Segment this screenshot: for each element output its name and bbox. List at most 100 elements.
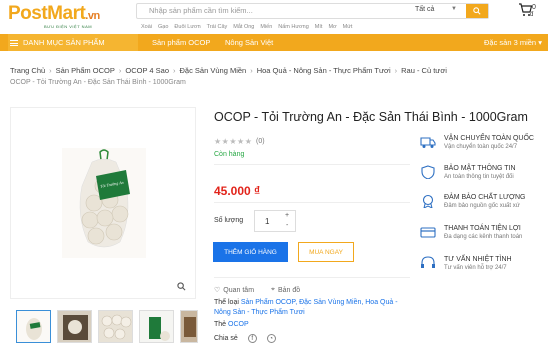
breadcrumb-separator: › [118,66,122,75]
service-item: BẢO MẬT THÔNG TIN An toàn thông tin tuyệt… [420,165,516,180]
map-pin-icon: ⌖ [271,286,275,293]
nav-link-dac-san[interactable]: Đặc sản 3 miền ▾ [484,38,542,47]
quick-link[interactable]: Gạo [158,24,168,30]
thumbnail-image [17,311,50,342]
logo-text: PostMart [8,3,86,24]
search-button[interactable] [466,4,488,18]
quick-link[interactable]: Mứt [343,24,353,30]
tag-label: Thẻ [214,321,227,328]
quick-link[interactable]: Trái Cây [207,24,228,30]
breadcrumb-item[interactable]: Đặc Sản Vùng Miền [180,66,247,75]
rating-stars[interactable]: ★★★★★ [214,137,252,146]
headset-icon [421,256,435,268]
nav-link-nong-san[interactable]: Nông Sản Việt [225,38,273,47]
add-to-cart-button[interactable]: THÊM GIỎ HÀNG [213,242,288,262]
search-category-select[interactable]: Tất cả [415,6,434,13]
nav-link-dac-san-label: Đặc sản 3 miền [484,38,537,47]
breadcrumb-separator: › [250,66,253,75]
category-label: Thể loại [214,299,239,306]
thumbnail-strip [16,310,198,343]
breadcrumb-item[interactable]: Sản Phẩm OCOP [56,66,115,75]
zoom-icon[interactable] [177,282,186,291]
stock-status: Còn hàng [214,151,245,158]
breadcrumb-item[interactable]: OCOP 4 Sao [125,66,169,75]
search-input[interactable]: Nhập sản phẩm cần tìm kiếm... [149,6,253,15]
service-subtitle: Đa dạng các kênh thanh toán [444,234,523,240]
quantity-stepper[interactable]: 1 + - [254,210,296,232]
service-title: VẬN CHUYỂN TOÀN QUỐC [444,135,534,142]
share-row: Chia sẻ f ◔ [214,334,276,343]
share-label: Chia sẻ [214,335,238,342]
service-title: BẢO MẬT THÔNG TIN [444,165,516,172]
product-price: 45.000 ₫ [214,184,261,198]
category-menu-label: DANH MỤC SẢN PHẨM [23,38,105,47]
service-title: THANH TOÁN TIỆN LỢI [444,225,521,232]
divider [214,164,410,165]
service-subtitle: Vận chuyển toàn quốc 24/7 [444,144,518,150]
breadcrumb-separator: › [173,66,176,75]
breadcrumb-item[interactable]: Rau - Củ tươi [401,66,447,75]
service-subtitle: Tư vấn viên hỗ trợ 24/7 [444,265,507,271]
quantity-decrease-button[interactable]: - [286,222,288,229]
breadcrumb: Trang Chủ › Sản Phẩm OCOP › OCOP 4 Sao › Đặc S… [10,66,447,75]
thumbnail-3[interactable] [98,310,133,343]
service-text: TƯ VẤN NHIỆT TÌNH Tư vấn viên hỗ trợ 24/7 [444,256,512,271]
messenger-icon[interactable]: ◔ [266,334,276,343]
product-gallery: Tỏi Trường An [10,107,196,299]
service-title: TƯ VẤN NHIỆT TÌNH [444,256,512,263]
nav-link-ocop[interactable]: Sản phẩm OCOP [152,38,210,47]
main-nav: DANH MỤC SẢN PHẨM Sản phẩm OCOP Nông Sản… [0,34,548,51]
tag-row: Thẻ OCOP [214,321,249,328]
facebook-icon[interactable]: f [247,334,257,343]
service-text: ĐẢM BẢO CHẤT LƯỢNG Đảm bảo nguồn gốc xuất… [444,194,525,209]
map-button[interactable]: ⌖ Bản đồ [271,286,300,294]
service-text: BẢO MẬT THÔNG TIN An toàn thông tin tuyệt… [444,165,516,180]
quick-link[interactable]: Mít [315,24,323,30]
thumbnail-image [99,311,132,342]
thumbnail-1[interactable] [16,310,51,343]
quick-link[interactable]: Nấm Hương [278,24,309,30]
quick-link[interactable]: Mơ [328,24,336,30]
divider [214,202,410,203]
quick-search-links: Xoài Gạo Đuôi Lươn Trái Cây Mắt Ong Miến Nấm H… [141,24,352,30]
thumbnail-2[interactable] [57,310,92,343]
product-image[interactable]: Tỏi Trường An [62,148,146,258]
thumbnail-image [140,311,173,342]
chevron-down-icon: ▼ [451,6,457,12]
quantity-input[interactable]: 1 [265,217,269,226]
review-count[interactable]: (0) [256,138,265,145]
quantity-increase-button[interactable]: + [285,212,289,219]
service-item: ĐẢM BẢO CHẤT LƯỢNG Đảm bảo nguồn gốc xuất… [420,194,525,209]
category-links[interactable]: Sản Phẩm OCOP, Đặc Sản Vùng Miền, Hoa Qu… [214,299,398,316]
breadcrumb-separator: › [394,66,398,75]
search-icon [473,7,481,15]
logo-tld: .vn [85,10,100,22]
quick-link[interactable]: Mắt Ong [233,24,254,30]
breadcrumb-separator: › [49,66,52,75]
quick-link[interactable]: Xoài [141,24,152,30]
favorite-label: Quan tâm [223,286,255,294]
shield-icon [421,165,435,179]
cart-total: đ [530,12,534,18]
thumbnail-image [181,311,197,342]
divider [214,277,410,278]
card-icon [420,227,436,238]
logo[interactable]: PostMart.vn [8,3,100,25]
thumbnail-4[interactable] [139,310,174,343]
buy-now-button[interactable]: MUA NGAY [298,242,354,262]
tag-link[interactable]: OCOP [228,321,249,328]
heart-icon: ♡ [214,287,221,294]
quick-link[interactable]: Đuôi Lươn [174,24,200,30]
category-menu-button[interactable]: DANH MỤC SẢN PHẨM [8,34,138,51]
breadcrumb-item[interactable]: Hoa Quả - Nông Sản - Thực Phẩm Tươi [257,66,391,75]
favorite-button[interactable]: ♡ Quan tâm [214,286,255,295]
quick-link[interactable]: Miến [260,24,272,30]
search-bar[interactable]: Nhập sản phẩm cần tìm kiếm... Tất cả ▼ [136,3,489,19]
service-item: TƯ VẤN NHIỆT TÌNH Tư vấn viên hỗ trợ 24/7 [420,256,512,271]
map-label: Bản đồ [277,286,301,294]
thumbnail-5[interactable] [180,310,198,343]
service-item: VẬN CHUYỂN TOÀN QUỐC Vận chuyển toàn quốc… [420,135,534,150]
quantity-label: Số lượng [214,217,244,224]
breadcrumb-item[interactable]: Trang Chủ [10,66,45,75]
breadcrumb-current: OCOP - Tỏi Trường An - Đặc Sản Thái Bình… [10,79,186,86]
